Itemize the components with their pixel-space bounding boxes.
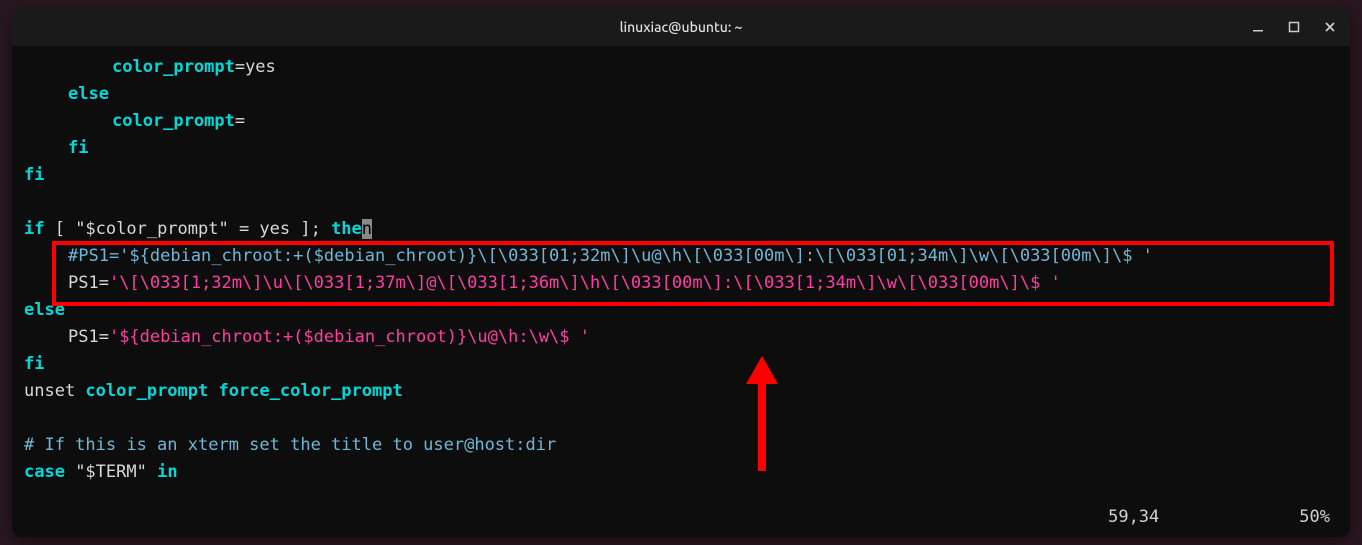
cursor-position: 59,34 bbox=[1108, 504, 1159, 531]
maximize-button[interactable] bbox=[1282, 15, 1306, 39]
window-controls bbox=[1246, 15, 1342, 39]
scroll-percentage: 50% bbox=[1299, 504, 1330, 531]
cursor: n bbox=[362, 219, 372, 239]
code-line: else bbox=[24, 81, 1338, 108]
code-line bbox=[24, 405, 1338, 432]
code-line: fi bbox=[24, 351, 1338, 378]
code-line: PS1='${debian_chroot:+($debian_chroot)}\… bbox=[24, 324, 1338, 351]
code-line: color_prompt=yes bbox=[24, 54, 1338, 81]
code-line: if [ "$color_prompt" = yes ]; then bbox=[24, 216, 1338, 243]
terminal-window: linuxiac@ubuntu: ~ color_prompt=yes else… bbox=[12, 8, 1350, 537]
code-line bbox=[24, 189, 1338, 216]
code-line: #PS1='${debian_chroot:+($debian_chroot)}… bbox=[24, 243, 1338, 270]
code-line: color_prompt= bbox=[24, 108, 1338, 135]
code-line: else bbox=[24, 297, 1338, 324]
code-line: fi bbox=[24, 135, 1338, 162]
code-line: case "$TERM" in bbox=[24, 459, 1338, 486]
titlebar[interactable]: linuxiac@ubuntu: ~ bbox=[12, 8, 1350, 46]
code-line: unset color_prompt force_color_prompt bbox=[24, 378, 1338, 405]
window-title: linuxiac@ubuntu: ~ bbox=[620, 19, 743, 35]
minimize-button[interactable] bbox=[1246, 15, 1270, 39]
code-line: PS1='\[\033[1;32m\]\u\[\033[1;37m\]@\[\0… bbox=[24, 270, 1338, 297]
close-button[interactable] bbox=[1318, 15, 1342, 39]
status-bar: 59,34 50% bbox=[1108, 504, 1330, 531]
terminal-content[interactable]: color_prompt=yes else color_prompt= fi f… bbox=[12, 46, 1350, 537]
code-line: fi bbox=[24, 162, 1338, 189]
code-line: # If this is an xterm set the title to u… bbox=[24, 432, 1338, 459]
